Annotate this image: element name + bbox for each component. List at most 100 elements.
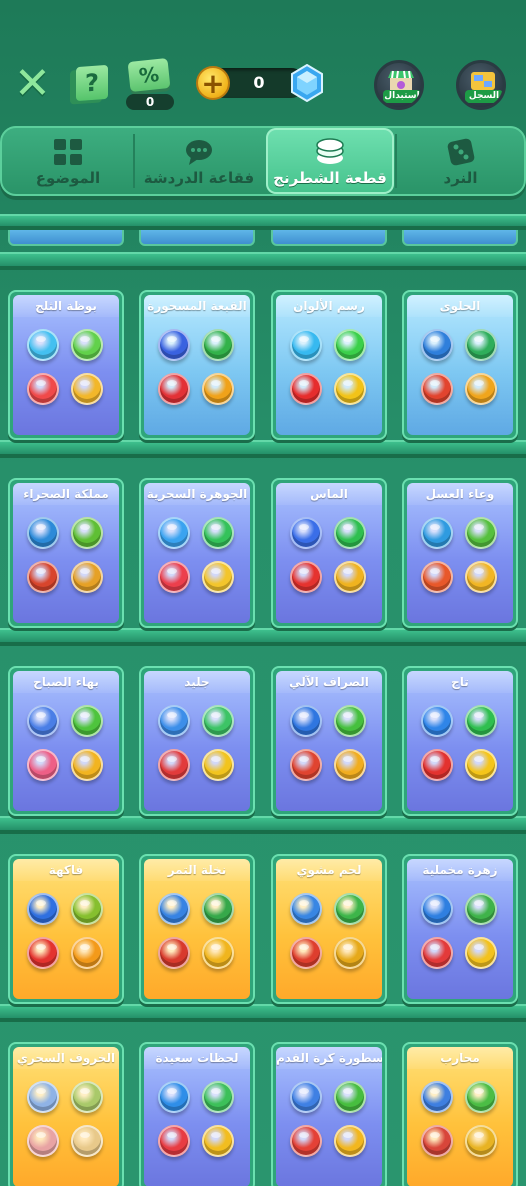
dice-icon <box>447 138 474 166</box>
game-piece-icon <box>334 517 366 549</box>
card-panel: نخلة التمر <box>144 859 250 999</box>
game-piece-icon <box>202 749 234 781</box>
card-title: بهاء الصباح <box>13 671 119 693</box>
piece-card[interactable]: محارب <box>402 1042 518 1186</box>
piece-card[interactable]: مملكة الصحراء <box>8 478 124 628</box>
partial-card[interactable] <box>8 230 124 246</box>
card-title: القبعة المسحورة <box>144 295 250 317</box>
top-bar: ✕ ? % 0 + 0 استبدال السجل <box>0 50 526 120</box>
game-piece-icon <box>334 893 366 925</box>
piece-card[interactable]: فاكهة <box>8 854 124 1004</box>
piece-card[interactable]: زهرة مخملية <box>402 854 518 1004</box>
game-piece-icon <box>465 749 497 781</box>
game-piece-icon <box>158 1125 190 1157</box>
app-root: ✕ ? % 0 + 0 استبدال السجل الموضوع فقاعة … <box>0 0 526 1186</box>
piece-card[interactable]: جليد <box>139 666 255 816</box>
category-tabs: الموضوع فقاعة الدردشة قطعة الشطرنج النرد <box>0 126 526 196</box>
game-piece-icon <box>202 1081 234 1113</box>
game-piece-icon <box>421 937 453 969</box>
card-title: جليد <box>144 671 250 693</box>
game-piece-icon <box>290 1081 322 1113</box>
game-piece-icon <box>27 373 59 405</box>
partial-card[interactable] <box>139 230 255 246</box>
piece-set-preview <box>421 705 501 785</box>
piece-card[interactable]: رسم الألوان <box>271 290 387 440</box>
game-piece-icon <box>334 937 366 969</box>
close-x-icon[interactable]: ✕ <box>14 62 51 106</box>
game-piece-icon <box>465 705 497 737</box>
piece-set-preview <box>421 329 501 409</box>
question-card-icon[interactable]: ? <box>76 64 108 102</box>
game-piece-icon <box>71 1125 103 1157</box>
coupon-count: 0 <box>126 94 174 110</box>
card-panel: الصراف الآلي <box>276 671 382 811</box>
piece-card[interactable]: بوظة الثلج <box>8 290 124 440</box>
card-title: زهرة مخملية <box>407 859 513 881</box>
card-title: لحظات سعيدة <box>144 1047 250 1069</box>
tab-chess-piece[interactable]: قطعة الشطرنج <box>266 128 394 194</box>
piece-card[interactable]: لحم مشوي <box>271 854 387 1004</box>
piece-set-preview <box>421 1081 501 1161</box>
game-piece-icon <box>158 705 190 737</box>
partial-card[interactable] <box>402 230 518 246</box>
card-title: الخروف السحري <box>13 1047 119 1069</box>
shelf <box>0 440 526 454</box>
game-piece-icon <box>202 373 234 405</box>
token-stack-icon <box>316 138 344 164</box>
percent-coupon-icon[interactable]: % <box>127 57 171 93</box>
card-panel: لحم مشوي <box>276 859 382 999</box>
chat-bubble-icon <box>186 140 212 165</box>
game-piece-icon <box>290 1125 322 1157</box>
piece-card[interactable]: الحلوى <box>402 290 518 440</box>
shelf <box>0 1004 526 1018</box>
piece-card[interactable]: الماس <box>271 478 387 628</box>
card-title: وعاء العسل <box>407 483 513 505</box>
game-piece-icon <box>334 561 366 593</box>
record-label: السجل <box>465 90 503 103</box>
piece-card[interactable]: بهاء الصباح <box>8 666 124 816</box>
tab-theme[interactable]: الموضوع <box>4 128 132 194</box>
game-piece-icon <box>421 749 453 781</box>
game-piece-icon <box>290 893 322 925</box>
exchange-store-button[interactable]: استبدال <box>374 60 424 110</box>
card-panel: الماس <box>276 483 382 623</box>
piece-card[interactable]: الخروف السحري <box>8 1042 124 1186</box>
shelf <box>0 252 526 266</box>
game-piece-icon <box>27 937 59 969</box>
game-piece-icon <box>465 937 497 969</box>
game-piece-icon <box>290 705 322 737</box>
piece-set-preview <box>158 329 238 409</box>
tab-chat-bubble[interactable]: فقاعة الدردشة <box>135 128 263 194</box>
blue-gem-icon <box>291 64 323 102</box>
game-piece-icon <box>158 561 190 593</box>
piece-card[interactable]: نخلة التمر <box>139 854 255 1004</box>
plus-coin-icon[interactable]: + <box>196 66 230 100</box>
game-piece-icon <box>158 937 190 969</box>
card-title: الماس <box>276 483 382 505</box>
piece-card[interactable]: أسطورة كرة القدم <box>271 1042 387 1186</box>
partial-card[interactable] <box>271 230 387 246</box>
piece-card[interactable]: وعاء العسل <box>402 478 518 628</box>
piece-card[interactable]: القبعة المسحورة <box>139 290 255 440</box>
game-piece-icon <box>290 373 322 405</box>
piece-card[interactable]: الجوهرة السحرية <box>139 478 255 628</box>
game-piece-icon <box>334 1125 366 1157</box>
game-piece-icon <box>465 517 497 549</box>
card-panel: تاج <box>407 671 513 811</box>
card-panel: الخروف السحري <box>13 1047 119 1186</box>
card-title: بوظة الثلج <box>13 295 119 317</box>
shelf <box>0 214 526 226</box>
game-piece-icon <box>334 705 366 737</box>
game-piece-icon <box>290 517 322 549</box>
coin-count: 0 <box>253 73 265 92</box>
tab-dice[interactable]: النرد <box>397 128 524 194</box>
game-piece-icon <box>290 937 322 969</box>
card-title: الصراف الآلي <box>276 671 382 693</box>
card-panel: وعاء العسل <box>407 483 513 623</box>
piece-card[interactable]: لحظات سعيدة <box>139 1042 255 1186</box>
piece-card[interactable]: الصراف الآلي <box>271 666 387 816</box>
piece-set-preview <box>158 1081 238 1161</box>
record-button[interactable]: السجل <box>456 60 506 110</box>
piece-card[interactable]: تاج <box>402 666 518 816</box>
game-piece-icon <box>158 373 190 405</box>
